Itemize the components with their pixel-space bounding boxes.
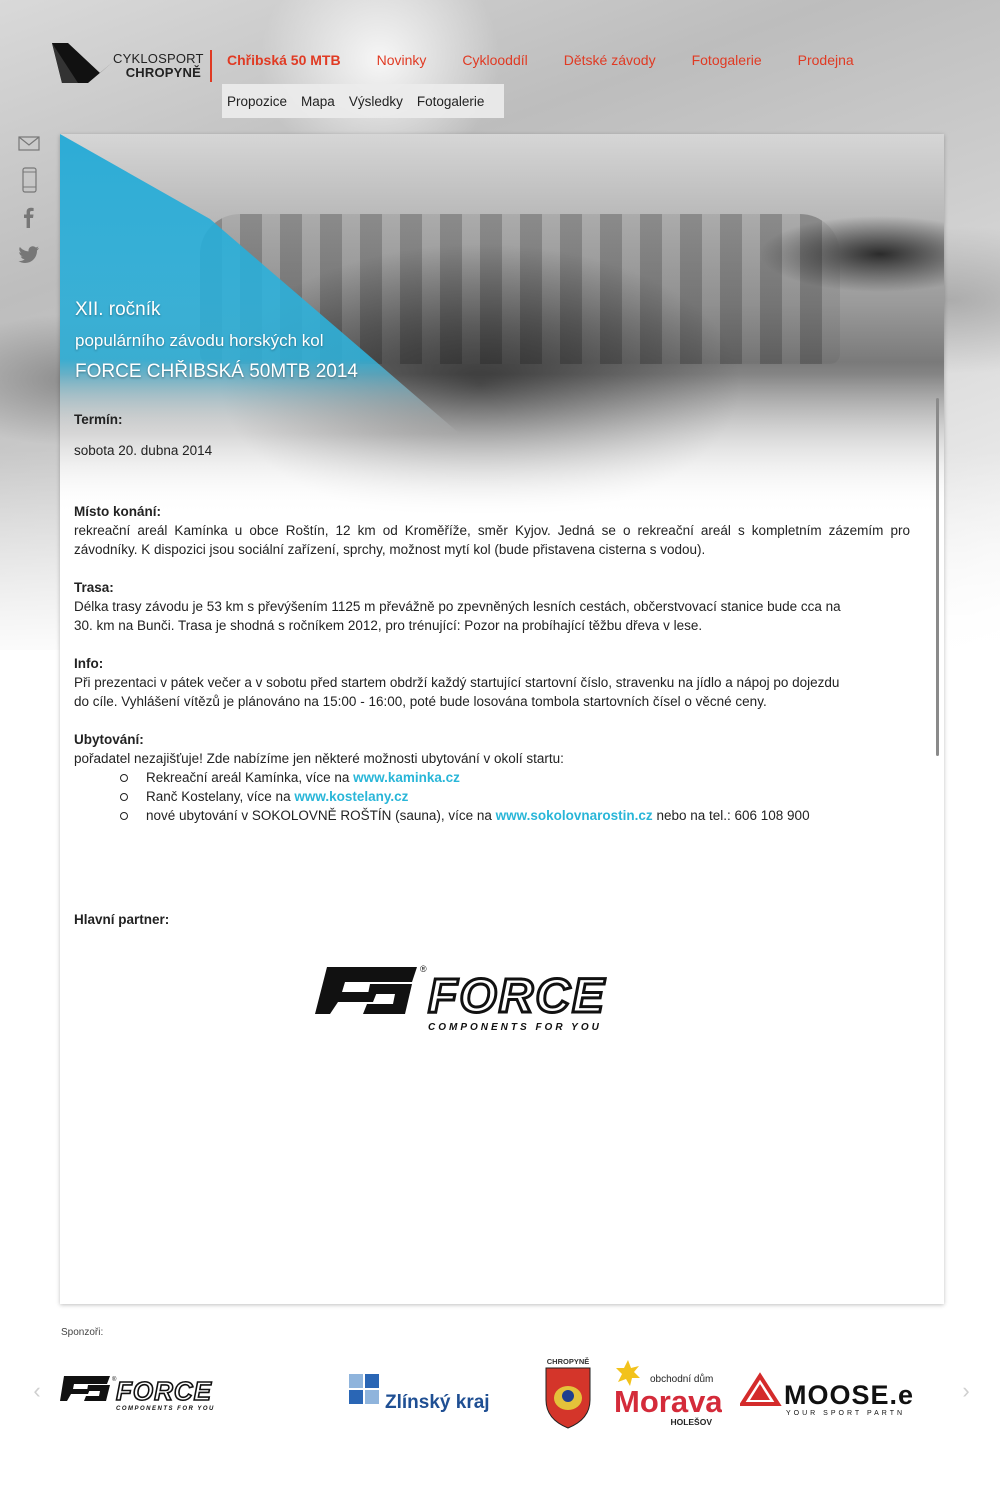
info-text-2: do cíle. Vyhlášení vítězů je plánováno n… [74, 694, 767, 709]
logo-text: CYKLOSPORT CHROPYNĚ [113, 51, 204, 80]
sponsor-morava-sub: HOLEŠOV [670, 1416, 712, 1427]
lodging-item-phone: nebo na tel.: 606 108 900 [652, 808, 810, 823]
hero-event-name: FORCE CHŘIBSKÁ 50MTB 2014 [75, 361, 358, 382]
lodging-item-text: Rekreační areál Kamínka, více na [146, 770, 354, 785]
nav-item-prodejna[interactable]: Prodejna [798, 50, 854, 70]
sponsor-moose-tagline: YOUR SPORT PARTN [786, 1410, 905, 1417]
sponsor-moose-name: MOOSE.e [784, 1380, 914, 1410]
place-text: rekreační areál Kamínka u obce Roštín, 1… [74, 523, 910, 557]
sub-nav: Propozice Mapa Výsledky Fotogalerie [222, 84, 504, 118]
lodging-item-text: Ranč Kostelany, více na [146, 789, 295, 804]
mail-icon[interactable] [16, 130, 42, 160]
place-section: Místo konání: rekreační areál Kamínka u … [74, 502, 910, 559]
subnav-item-fotogalerie[interactable]: Fotogalerie [417, 94, 485, 109]
sponsor-moose-logo[interactable]: MOOSE.e YOUR SPORT PARTN [738, 1354, 944, 1432]
list-item: Rekreační areál Kamínka, více na www.kam… [120, 768, 910, 787]
lodging-label: Ubytování: [74, 732, 144, 747]
sponsor-zlinsky-kraj-logo[interactable]: Zlínský kraj [345, 1354, 510, 1432]
link-sokolovna[interactable]: www.sokolovnarostin.cz [496, 808, 653, 823]
twitter-icon[interactable] [16, 241, 42, 271]
list-item: nové ubytování v SOKOLOVNĚ ROŠTÍN (sauna… [120, 806, 910, 825]
scrollbar[interactable] [936, 398, 939, 756]
article-body: Termín: sobota 20. dubna 2014 Místo koná… [74, 410, 910, 844]
sponsors-carousel: ® FORCE COMPONENTS FOR YOU Zlínský kraj … [60, 1346, 944, 1440]
info-section: Info: Při prezentaci v pátek večer a v s… [74, 654, 910, 711]
logo-mark-icon [52, 43, 114, 83]
nav-item-novinky[interactable]: Novinky [377, 50, 427, 70]
hero-subtitle: populárního závodu horských kol [75, 331, 324, 350]
main-nav: Chřibská 50 MTB Novinky Cyklooddíl Dětsk… [227, 50, 890, 70]
info-label: Info: [74, 656, 104, 671]
lodging-text: pořadatel nezajišťuje! Zde nabízíme jen … [74, 751, 564, 766]
subnav-item-vysledky[interactable]: Výsledky [349, 94, 403, 109]
subnav-item-propozice[interactable]: Propozice [227, 94, 287, 109]
link-kostelany[interactable]: www.kostelany.cz [294, 789, 408, 804]
partner-label: Hlavní partner: [74, 912, 170, 927]
subnav-item-mapa[interactable]: Mapa [301, 94, 335, 109]
nav-item-chribska[interactable]: Chřibská 50 MTB [227, 50, 341, 70]
nav-item-fotogalerie[interactable]: Fotogalerie [692, 50, 762, 70]
term-value: sobota 20. dubna 2014 [74, 443, 213, 458]
sponsor-chropyne-name: CHROPYNĚ [547, 1357, 590, 1366]
track-text-2: 30. km na Bunči. Trasa je shodná s roční… [74, 618, 703, 633]
facebook-icon[interactable] [16, 204, 42, 234]
lodging-list: Rekreační areál Kamínka, více na www.kam… [74, 768, 910, 825]
lodging-item-text: nové ubytování v SOKOLOVNĚ ROŠTÍN (sauna… [146, 808, 496, 823]
side-contact-icons [16, 130, 42, 278]
logo-line2: CHROPYNĚ [125, 65, 201, 80]
list-item: Ranč Kostelany, více na www.kostelany.cz [120, 787, 910, 806]
partner-tagline: COMPONENTS FOR YOU [428, 1022, 602, 1033]
sponsor-force-name: FORCE [116, 1376, 212, 1406]
nav-item-detske-zavody[interactable]: Dětské závody [564, 50, 656, 70]
svg-text:®: ® [420, 964, 427, 974]
logo-divider [210, 50, 212, 82]
link-kaminka[interactable]: www.kaminka.cz [353, 770, 460, 785]
sponsor-force-logo[interactable]: ® FORCE COMPONENTS FOR YOU [60, 1354, 265, 1432]
lodging-section: Ubytování: pořadatel nezajišťuje! Zde na… [74, 730, 910, 825]
partner-name: FORCE [428, 970, 606, 1023]
term-label: Termín: [74, 412, 123, 427]
sponsor-morava-name: Morava [614, 1384, 722, 1419]
sponsor-force-tagline: COMPONENTS FOR YOU [116, 1406, 215, 1412]
track-label: Trasa: [74, 580, 114, 595]
info-text-1: Při prezentaci v pátek večer a v sobotu … [74, 675, 840, 690]
logo-line1: CYKLOSPORT [113, 51, 204, 66]
sponsor-od-morava-logo[interactable]: obchodní dům Morava HOLEŠOV [612, 1354, 723, 1432]
carousel-prev-arrow-icon[interactable]: ‹ [27, 1378, 47, 1404]
track-text-1: Délka trasy závodu je 53 km s převýšením… [74, 599, 841, 614]
hero-title: XII. ročník populárního závodu horských … [75, 294, 358, 388]
site-logo[interactable]: CYKLOSPORT CHROPYNĚ [50, 38, 212, 86]
sponsor-chropyne-crest[interactable]: CHROPYNĚ [538, 1354, 598, 1432]
track-section: Trasa: Délka trasy závodu je 53 km s pře… [74, 578, 910, 635]
sponsor-zlin-name: Zlínský kraj [385, 1392, 490, 1413]
sponsors-label: Sponzoři: [61, 1327, 104, 1338]
place-label: Místo konání: [74, 504, 161, 519]
carousel-next-arrow-icon[interactable]: › [956, 1378, 976, 1404]
force-partner-logo[interactable]: ® FORCE COMPONENTS FOR YOU [315, 962, 685, 1037]
phone-icon[interactable] [16, 167, 42, 197]
hero-edition: XII. ročník [75, 299, 161, 320]
content-panel: XII. ročník populárního závodu horských … [60, 134, 944, 1304]
nav-item-cyklooddil[interactable]: Cyklooddíl [462, 50, 527, 70]
